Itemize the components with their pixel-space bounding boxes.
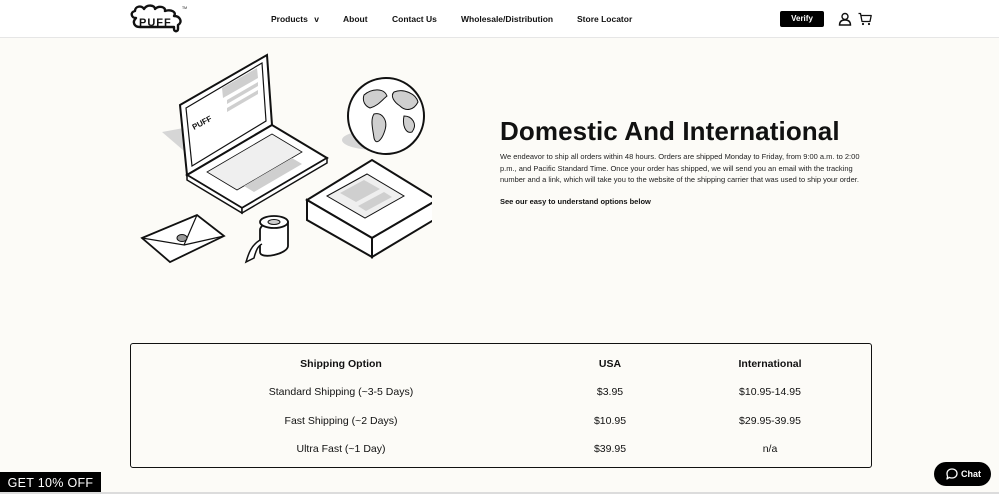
table-cell: Standard Shipping (~3-5 Days) — [268, 386, 414, 398]
nav-item-label: Products — [271, 14, 308, 24]
nav-item-contact-us[interactable]: Contact Us — [392, 14, 437, 24]
nav-item-store-locator[interactable]: Store Locator — [577, 14, 632, 24]
table-cell: n/a — [762, 443, 778, 455]
nav-item-wholesale[interactable]: Wholesale/Distribution — [461, 14, 553, 24]
get-discount-button[interactable]: GET 10% OFF — [0, 472, 101, 494]
shipping-table: Shipping Option USA International Standa… — [130, 343, 872, 468]
table-cell: $39.95 — [593, 443, 627, 455]
table-header-usa: USA — [598, 358, 622, 370]
laptop-illustration: PUFF — [178, 53, 329, 215]
table-cell: $10.95 — [593, 415, 627, 427]
table-cell: Ultra Fast (~1 Day) — [296, 443, 386, 455]
table-cell: $10.95-14.95 — [739, 386, 801, 398]
verify-button[interactable]: Verify — [780, 11, 824, 27]
cart-icon[interactable] — [858, 12, 872, 26]
svg-text:PUFF: PUFF — [139, 17, 172, 29]
shipping-description: We endeavor to ship all orders within 48… — [500, 152, 860, 184]
shipping-box-illustration — [305, 158, 432, 259]
table-header-shipping-option: Shipping Option — [300, 358, 382, 370]
nav-item-products[interactable]: Products v — [271, 14, 319, 24]
svg-text:TM: TM — [182, 6, 187, 10]
globe-illustration — [342, 77, 425, 155]
tape-roll-illustration — [244, 215, 289, 264]
chat-bubble-icon — [946, 468, 958, 480]
table-header-international: International — [738, 358, 802, 370]
shipping-illustration: PUFF — [140, 53, 432, 264]
table-cell: $3.95 — [596, 386, 624, 398]
envelope-illustration — [140, 213, 226, 264]
page-heading: Domestic And International — [500, 116, 840, 146]
chat-label: Chat — [961, 469, 981, 479]
table-cell: Fast Shipping (~2 Days) — [284, 415, 398, 427]
user-icon[interactable] — [838, 12, 852, 26]
table-cell: $29.95-39.95 — [739, 415, 801, 427]
puff-logo[interactable]: PUFF TM — [128, 3, 190, 35]
chat-button[interactable]: Chat — [934, 462, 991, 486]
chevron-down-icon: v — [314, 14, 319, 24]
site-header: PUFF TM Products v About Contact Us Whol… — [0, 0, 999, 38]
nav-item-about[interactable]: About — [343, 14, 368, 24]
options-link[interactable]: See our easy to understand options below — [500, 197, 651, 206]
